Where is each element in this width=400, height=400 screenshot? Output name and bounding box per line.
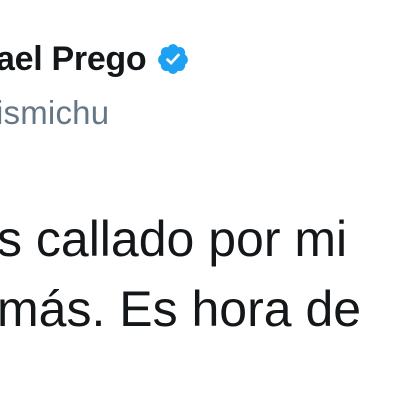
tweet-text: s callado por mi más. Es hora de [0,208,400,368]
author-handle[interactable]: ismichu [0,96,109,129]
tweet-screenshot: ael Prego ismichu s callado por mi más. … [0,0,400,400]
tweet-text-line: s callado por mi [0,211,348,267]
author-name-row[interactable]: ael Prego [0,36,190,82]
tweet-header: ael Prego ismichu [0,0,400,150]
verified-badge-icon [156,42,190,76]
tweet-text-line: más. Es hora de [0,281,362,337]
author-display-name[interactable]: ael Prego [0,42,147,76]
